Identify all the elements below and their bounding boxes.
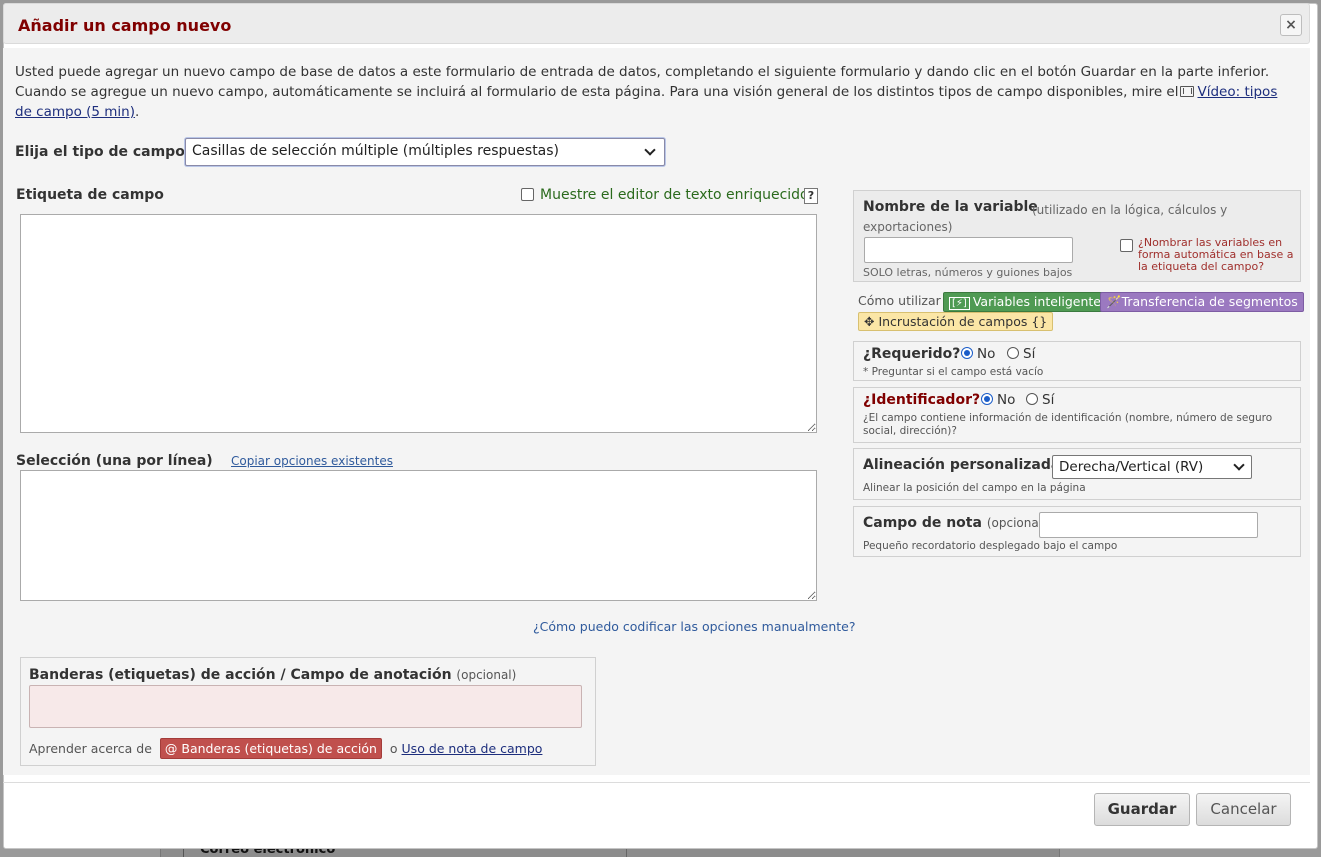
identifier-panel: ¿Identificador? No Sí ¿El campo contiene… xyxy=(853,387,1301,443)
chevron-down-icon xyxy=(644,144,656,156)
learn-or: o xyxy=(389,741,398,756)
footer-divider xyxy=(3,782,1310,783)
alignment-selected: Derecha/Vertical (RV) xyxy=(1059,459,1204,475)
field-note-input[interactable] xyxy=(1039,512,1258,538)
required-no-label: No xyxy=(977,346,996,362)
smart-variables-button[interactable]: [⚡] Variables inteligentes xyxy=(943,292,1114,312)
identifier-yes-label: Sí xyxy=(1042,392,1055,408)
dialog-content: Usted puede agregar un nuevo campo de ba… xyxy=(3,48,1310,775)
auto-name-checkbox[interactable] xyxy=(1120,239,1133,252)
chevron-down-icon xyxy=(1233,459,1245,471)
intro-trailing: . xyxy=(135,104,140,120)
move-arrows-icon: ✥ xyxy=(864,314,879,329)
action-tags-learn-row: Aprender acerca de @ Banderas (etiquetas… xyxy=(29,738,542,759)
field-embedding-label: Incrustación de campos {} xyxy=(878,314,1048,329)
action-tags-title-part1: Banderas (etiquetas) de acción xyxy=(29,667,276,683)
field-note-sub: Pequeño recordatorio desplegado bajo el … xyxy=(863,540,1118,552)
field-note-optional: (opcional) xyxy=(986,516,1047,530)
intro-line-2: Cuando se agregue un nuevo campo, automá… xyxy=(15,84,1179,100)
close-button[interactable]: × xyxy=(1280,14,1302,36)
identifier-sub: ¿El campo contiene información de identi… xyxy=(863,412,1273,437)
field-embedding-button[interactable]: ✥ Incrustación de campos {} xyxy=(858,312,1054,331)
alignment-sub: Alinear la posición del campo en la pági… xyxy=(863,482,1086,494)
identifier-no-option[interactable]: No xyxy=(981,392,1015,408)
identifier-no-radio[interactable] xyxy=(981,393,993,405)
rich-text-checkbox[interactable] xyxy=(521,188,534,201)
dialog-title: Añadir un campo nuevo xyxy=(18,16,232,35)
required-yes-label: Sí xyxy=(1023,346,1036,362)
variable-name-hint-2: exportaciones) xyxy=(863,220,953,234)
field-note-title: Campo de nota (opcional) xyxy=(863,515,1047,531)
field-label-title: Etiqueta de campo xyxy=(16,187,164,203)
required-sub: * Preguntar si el campo está vacío xyxy=(863,366,1044,378)
piping-button[interactable]: 🪄Transferencia de segmentos xyxy=(1100,292,1304,312)
alignment-title: Alineación personalizada xyxy=(863,457,1061,473)
identifier-no-label: No xyxy=(997,392,1016,408)
howto-label: Cómo utilizar xyxy=(858,293,941,308)
action-tags-box: Banderas (etiquetas) de acción / Campo d… xyxy=(20,657,596,766)
action-tags-input[interactable] xyxy=(29,685,582,728)
help-icon[interactable]: ? xyxy=(804,188,818,204)
field-note-panel: Campo de nota (opcional) Pequeño recorda… xyxy=(853,506,1301,557)
lightning-icon: [⚡] xyxy=(949,297,970,310)
action-tags-optional: (opcional) xyxy=(456,668,517,682)
intro-text: Usted puede agregar un nuevo campo de ba… xyxy=(15,62,1285,122)
rich-text-label: Muestre el editor de texto enriquecido xyxy=(540,187,809,203)
identifier-title: ¿Identificador? xyxy=(863,392,981,408)
identifier-yes-option[interactable]: Sí xyxy=(1026,392,1054,408)
save-button[interactable]: Guardar xyxy=(1094,793,1190,826)
choices-textarea[interactable] xyxy=(20,470,817,601)
required-no-radio[interactable] xyxy=(961,347,973,359)
action-tags-title: Banderas (etiquetas) de acción / Campo d… xyxy=(29,667,516,683)
dialog-titlebar: Añadir un campo nuevo × xyxy=(3,3,1310,44)
choices-title: Selección (una por línea) xyxy=(16,453,213,469)
field-label-textarea[interactable] xyxy=(20,214,817,433)
required-yes-option[interactable]: Sí xyxy=(1007,346,1035,362)
learn-prefix: Aprender acerca de xyxy=(29,741,152,756)
field-type-select[interactable]: Casillas de selección múltiple (múltiple… xyxy=(185,138,665,166)
field-type-selected: Casillas de selección múltiple (múltiple… xyxy=(192,143,560,159)
action-tags-title-sep: / xyxy=(275,667,291,683)
magic-wand-icon: 🪄 xyxy=(1106,294,1122,309)
variable-name-sub: SOLO letras, números y guiones bajos xyxy=(863,266,1073,279)
required-no-option[interactable]: No xyxy=(961,346,995,362)
required-yes-radio[interactable] xyxy=(1007,347,1019,359)
identifier-yes-radio[interactable] xyxy=(1026,393,1038,405)
field-type-label: Elija el tipo de campo xyxy=(15,144,185,160)
close-icon: × xyxy=(1285,17,1297,33)
action-tags-title-part2: Campo de anotación xyxy=(290,667,452,683)
action-tags-button[interactable]: @ Banderas (etiquetas) de acción xyxy=(159,738,382,759)
alignment-select[interactable]: Derecha/Vertical (RV) xyxy=(1052,455,1252,479)
variable-name-title: Nombre de la variable xyxy=(863,199,1038,215)
required-panel: ¿Requerido? No Sí * Preguntar si el camp… xyxy=(853,341,1301,381)
cancel-button[interactable]: Cancelar xyxy=(1196,793,1291,826)
manual-coding-link[interactable]: ¿Cómo puedo codificar las opciones manua… xyxy=(533,619,855,634)
field-note-title-text: Campo de nota xyxy=(863,515,982,531)
field-note-link[interactable]: Uso de nota de campo xyxy=(402,741,543,756)
intro-line-1: Usted puede agregar un nuevo campo de ba… xyxy=(15,64,1270,80)
film-icon xyxy=(1180,86,1195,97)
required-title: ¿Requerido? xyxy=(863,346,961,362)
alignment-panel: Alineación personalizada Derecha/Vertica… xyxy=(853,448,1301,500)
auto-name-label: ¿Nombrar las variables en forma automáti… xyxy=(1138,236,1294,273)
piping-label: Transferencia de segmentos xyxy=(1121,294,1298,309)
variable-name-input[interactable] xyxy=(864,237,1073,263)
rich-text-toggle[interactable]: Muestre el editor de texto enriquecido xyxy=(521,187,809,203)
variable-name-hint: (utilizado en la lógica, cálculos y xyxy=(1032,203,1228,217)
copy-choices-link[interactable]: Copiar opciones existentes xyxy=(231,454,393,468)
smart-variables-label: Variables inteligentes xyxy=(972,294,1108,309)
variable-name-panel: Nombre de la variable (utilizado en la l… xyxy=(853,190,1301,282)
